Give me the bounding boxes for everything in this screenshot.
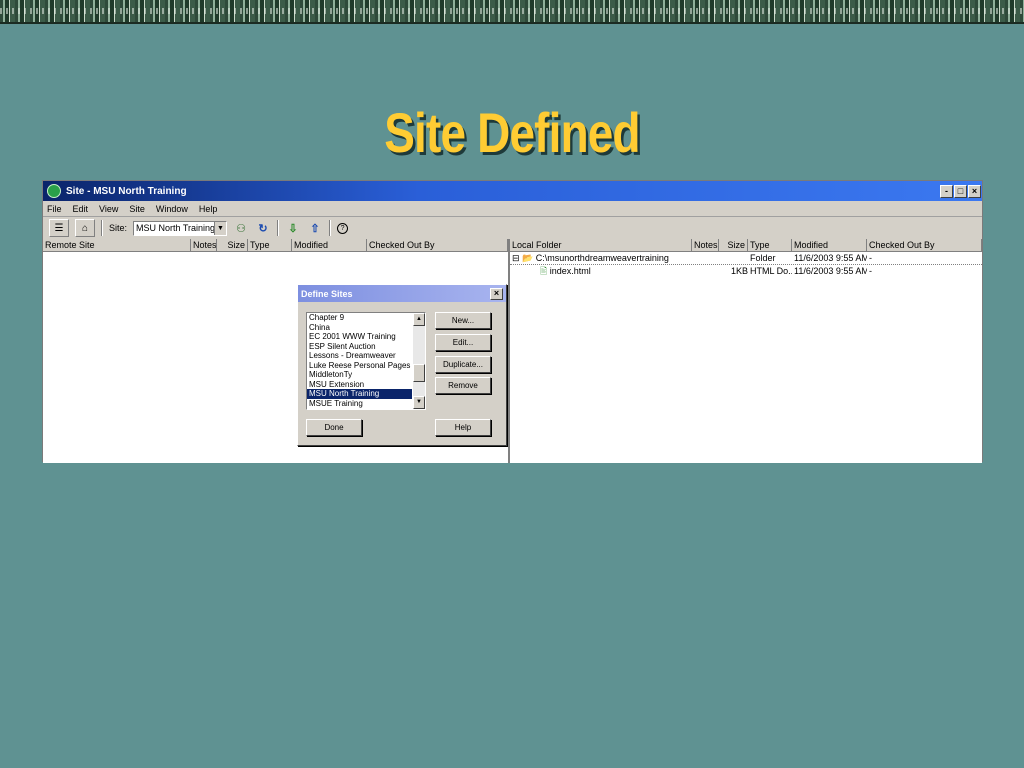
slide-title: Site Defined [384,101,640,164]
dreamweaver-site-window: Site - MSU North Training - □ × File Edi… [42,180,983,463]
row-checked-out-by: - [869,253,872,263]
list-item[interactable]: Luke Reese Personal Pages [307,361,412,371]
column-header-checked-out-by[interactable]: Checked Out By [367,239,508,251]
toolbar-separator [329,220,332,236]
column-header-checked-out-by[interactable]: Checked Out By [867,239,982,251]
list-item[interactable]: Lessons - Dreamweaver [307,351,412,361]
menu-view[interactable]: View [99,204,118,214]
toolbar-separator [101,220,103,236]
help-icon[interactable]: ? [337,222,349,234]
row-notes [692,265,719,277]
html-file-icon: 🖹 [540,266,548,276]
row-size: 1KB [730,266,748,276]
help-button[interactable]: Help [435,419,491,436]
row-modified: 11/6/2003 9:55 AM [794,253,867,263]
site-toolbar: ☰ ⌂ Site: MSU North Training ▼ ⚇ ↻ ⇩ ⇧ ? [43,217,982,240]
remote-column-headers: Remote Site Notes Size Type Modified Che… [43,239,508,252]
scroll-thumb[interactable] [413,364,425,382]
table-row[interactable]: ⊟ 📂 C:\msunorthdreamweavertraining Folde… [510,252,982,265]
column-header-size[interactable]: Size [719,239,748,251]
remove-site-button[interactable]: Remove [435,377,491,394]
column-header-local-folder[interactable]: Local Folder [510,239,692,251]
table-row[interactable]: 🖹 index.html 1KB HTML Do... 11/6/2003 9:… [510,265,982,277]
list-item[interactable]: Chapter 9 [307,313,412,323]
menu-help[interactable]: Help [199,204,218,214]
new-site-button[interactable]: New... [435,312,491,329]
column-header-type[interactable]: Type [248,239,292,251]
get-files-icon[interactable]: ⇩ [285,222,301,235]
menu-edit[interactable]: Edit [73,204,89,214]
folder-icon: 📂 [522,253,534,263]
column-header-size[interactable]: Size [217,239,248,251]
local-column-headers: Local Folder Notes Size Type Modified Ch… [510,239,982,252]
column-header-remote-site[interactable]: Remote Site [43,239,191,251]
site-files-view-icon[interactable]: ☰ [49,219,69,237]
column-header-modified[interactable]: Modified [292,239,367,251]
site-map-view-icon[interactable]: ⌂ [75,219,95,237]
scroll-down-icon[interactable]: ▼ [413,396,425,409]
row-checked-out-by: - [869,266,872,276]
list-item[interactable]: MiddletonTy [307,370,412,380]
row-type: Folder [750,253,776,263]
dialog-titlebar[interactable]: Define Sites × [298,285,506,302]
site-select[interactable]: MSU North Training ▼ [133,220,228,236]
row-notes [692,252,719,264]
toolbar-separator [277,220,280,236]
put-files-icon[interactable]: ⇧ [307,222,323,235]
folder-name: C:\msunorthdreamweavertraining [535,253,669,263]
list-item[interactable]: ESP Silent Auction [307,342,412,352]
dialog-title: Define Sites [301,288,353,299]
minimize-button[interactable]: - [940,184,953,198]
menu-site[interactable]: Site [129,204,145,214]
list-item[interactable]: MSUE Training [307,399,412,409]
sites-listbox[interactable]: Chapter 9 China EC 2001 WWW Training ESP… [306,312,426,410]
column-header-notes[interactable]: Notes [692,239,719,251]
site-label: Site: [109,223,128,233]
site-select-value: MSU North Training [136,223,216,233]
list-item[interactable]: MSU Extension [307,380,412,390]
scroll-up-icon[interactable]: ▲ [413,313,425,326]
window-titlebar[interactable]: Site - MSU North Training - □ × [43,181,982,201]
menu-file[interactable]: File [47,204,62,214]
window-title: Site - MSU North Training [66,185,187,197]
row-modified: 11/6/2003 9:55 AM [794,266,867,276]
dialog-close-button[interactable]: × [490,287,503,300]
column-header-type[interactable]: Type [748,239,792,251]
done-button[interactable]: Done [306,419,362,436]
dreamweaver-app-icon [47,184,61,198]
collapse-icon[interactable]: ⊟ [512,253,520,263]
chevron-down-icon[interactable]: ▼ [214,221,227,235]
maximize-button[interactable]: □ [954,184,967,198]
close-button[interactable]: × [968,184,981,198]
decorative-circuit-banner [0,0,1024,24]
list-item-selected[interactable]: MSU North Training [307,389,412,399]
column-header-modified[interactable]: Modified [792,239,867,251]
edit-site-button[interactable]: Edit... [435,334,491,351]
refresh-icon[interactable]: ↻ [255,222,271,235]
column-header-notes[interactable]: Notes [191,239,217,251]
row-type: HTML Do... [750,266,792,276]
define-sites-dialog: Define Sites × Chapter 9 China EC 2001 W… [297,284,507,446]
listbox-scrollbar[interactable]: ▲ ▼ [413,313,425,409]
row-size [719,252,748,264]
file-name: index.html [549,266,591,276]
duplicate-site-button[interactable]: Duplicate... [435,356,491,373]
list-item[interactable]: EC 2001 WWW Training [307,332,412,342]
local-folder-pane: Local Folder Notes Size Type Modified Ch… [510,239,982,463]
menubar: File Edit View Site Window Help [43,201,982,217]
list-item[interactable]: China [307,323,412,333]
connect-icon[interactable]: ⚇ [233,222,249,235]
menu-window[interactable]: Window [156,204,188,214]
